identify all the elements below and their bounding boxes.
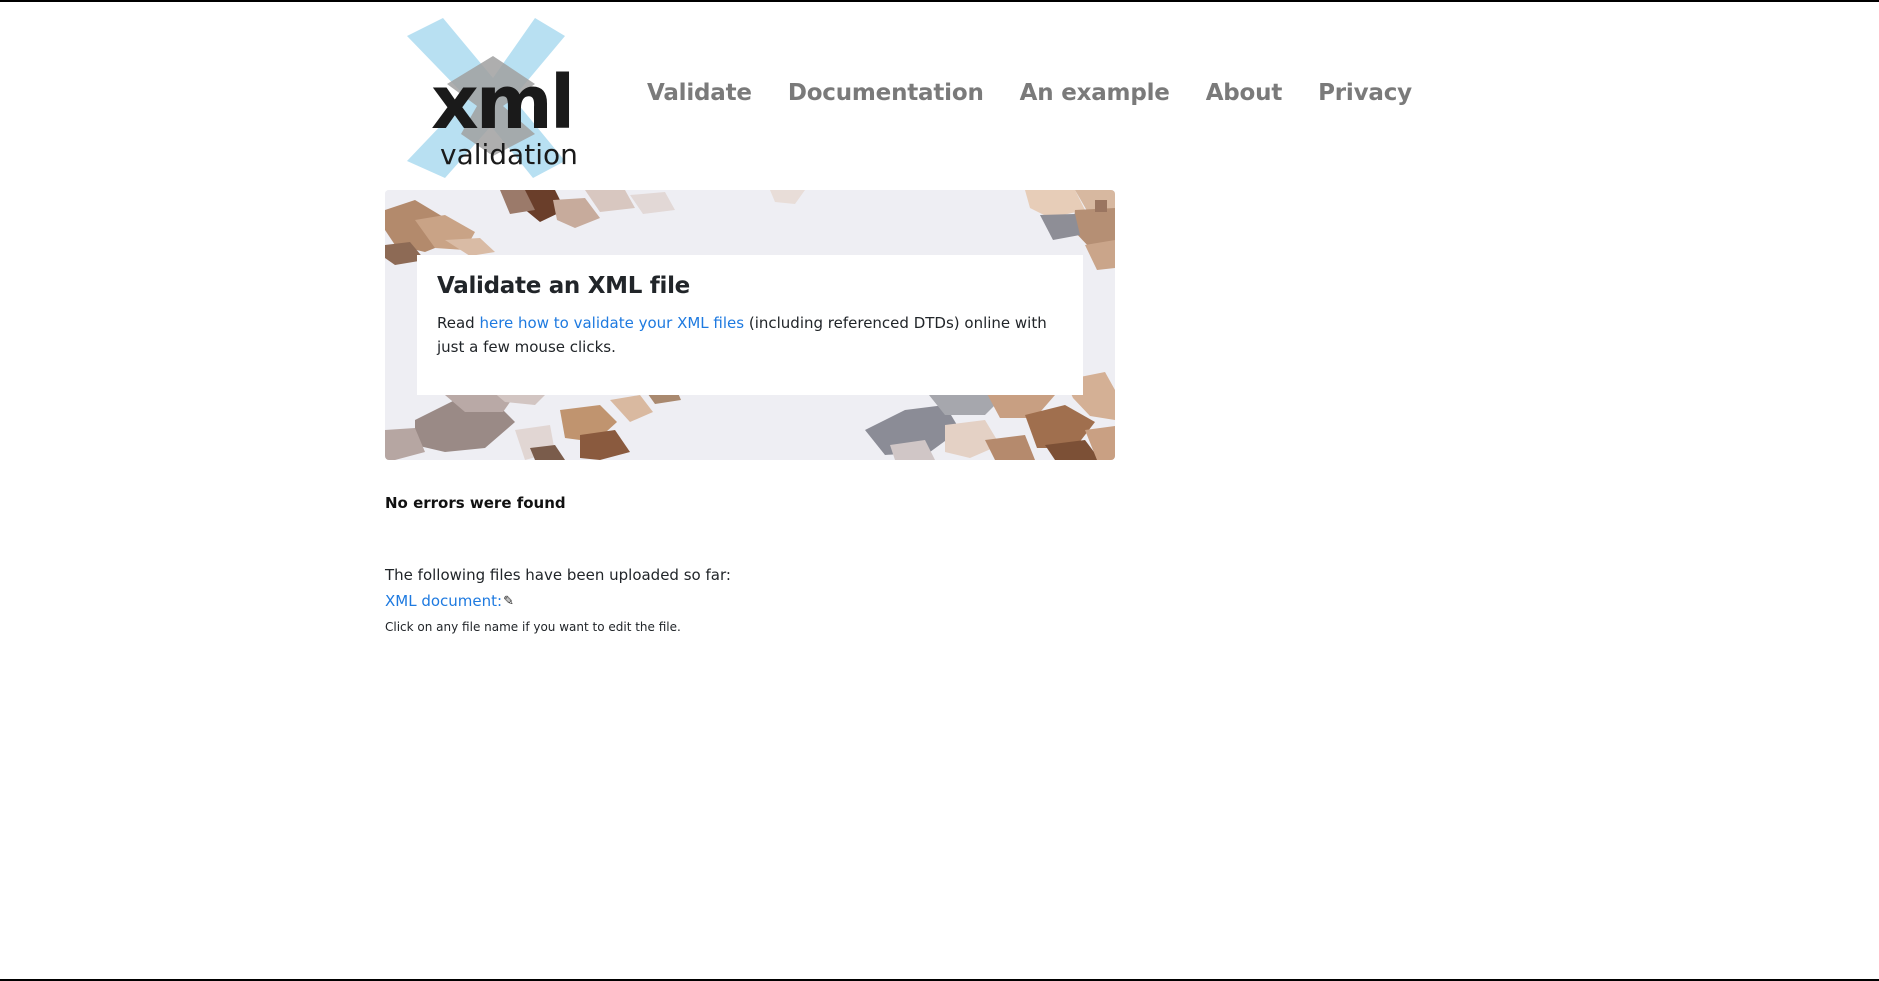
hero-text-before: Read: [437, 314, 480, 332]
uploaded-file-entry: XML document: ✎: [385, 592, 514, 610]
nav-validate[interactable]: Validate: [647, 80, 752, 106]
hero-banner: Validate an XML file Read here how to va…: [385, 190, 1115, 460]
pencil-icon[interactable]: ✎: [503, 594, 514, 609]
xml-document-link[interactable]: XML document:: [385, 592, 502, 610]
svg-text:xml: xml: [431, 60, 572, 146]
hero-card: Validate an XML file Read here how to va…: [417, 255, 1083, 395]
validation-status: No errors were found: [385, 494, 566, 512]
nav-privacy[interactable]: Privacy: [1318, 80, 1412, 106]
hero-description: Read here how to validate your XML files…: [437, 311, 1063, 359]
hero-title: Validate an XML file: [437, 273, 690, 299]
uploaded-files-label: The following files have been uploaded s…: [385, 566, 731, 584]
how-to-validate-link[interactable]: here how to validate your XML files: [479, 314, 744, 332]
site-logo[interactable]: xml validation: [385, 16, 600, 181]
nav-about[interactable]: About: [1206, 80, 1283, 106]
xml-validation-logo-icon: xml validation: [407, 18, 578, 178]
nav-an-example[interactable]: An example: [1020, 80, 1170, 106]
edit-hint: Click on any file name if you want to ed…: [385, 620, 681, 634]
nav-documentation[interactable]: Documentation: [788, 80, 984, 106]
svg-text:validation: validation: [440, 138, 578, 171]
main-nav: Validate Documentation An example About …: [647, 80, 1448, 106]
